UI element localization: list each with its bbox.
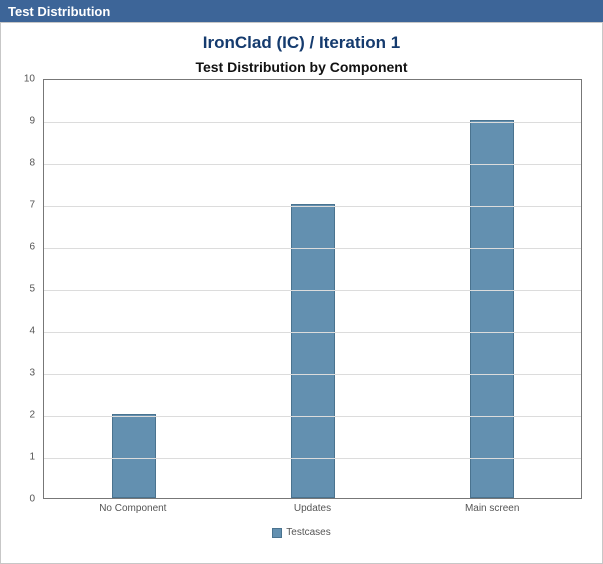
x-tick-label: Main screen <box>402 499 582 514</box>
y-tick-label: 4 <box>13 326 35 337</box>
y-tick-label: 6 <box>13 242 35 253</box>
y-tick-label: 2 <box>13 410 35 421</box>
legend: Testcases <box>13 527 590 538</box>
gridline <box>44 416 581 417</box>
y-axis: 012345678910 <box>13 79 41 499</box>
bars-container <box>44 80 581 498</box>
bar-column <box>44 80 223 498</box>
y-tick-label: 7 <box>13 200 35 211</box>
window: Test Distribution IronClad (IC) / Iterat… <box>0 0 603 564</box>
page-title: IronClad (IC) / Iteration 1 <box>13 33 590 53</box>
y-tick-label: 0 <box>13 494 35 505</box>
x-axis-labels: No ComponentUpdatesMain screen <box>43 499 582 514</box>
y-tick-label: 5 <box>13 284 35 295</box>
y-tick-label: 8 <box>13 158 35 169</box>
gridline <box>44 458 581 459</box>
gridline <box>44 332 581 333</box>
bar-column <box>402 80 581 498</box>
panel-header-title: Test Distribution <box>8 4 110 19</box>
x-tick-label: No Component <box>43 499 223 514</box>
gridline <box>44 164 581 165</box>
panel-body: IronClad (IC) / Iteration 1 Test Distrib… <box>0 22 603 564</box>
gridline <box>44 374 581 375</box>
gridline <box>44 122 581 123</box>
gridline <box>44 248 581 249</box>
gridline <box>44 206 581 207</box>
legend-swatch-icon <box>272 528 282 538</box>
x-tick-label: Updates <box>223 499 403 514</box>
panel-header: Test Distribution <box>0 0 603 22</box>
chart-title: Test Distribution by Component <box>13 59 590 75</box>
gridline <box>44 290 581 291</box>
plot-area <box>43 79 582 499</box>
bar <box>470 120 514 498</box>
chart: 012345678910 No ComponentUpdatesMain scr… <box>13 79 590 521</box>
bar-column <box>223 80 402 498</box>
y-tick-label: 3 <box>13 368 35 379</box>
bar <box>112 414 156 498</box>
y-tick-label: 10 <box>13 74 35 85</box>
legend-label: Testcases <box>286 527 330 538</box>
y-tick-label: 1 <box>13 452 35 463</box>
y-tick-label: 9 <box>13 116 35 127</box>
